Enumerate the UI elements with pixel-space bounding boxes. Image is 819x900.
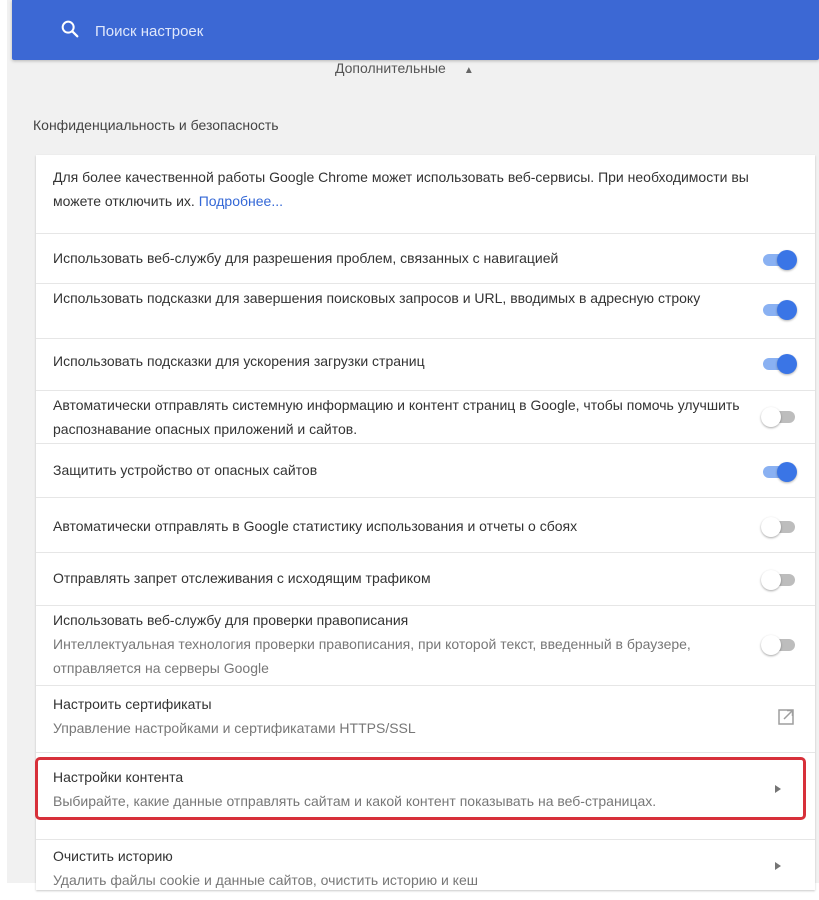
setting-row-do-not-track[interactable]: Отправлять запрет отслеживания с исходящ… [36,552,815,606]
advanced-settings-toggle[interactable]: Дополнительные ▲ [335,60,474,80]
usage-statistics-toggle[interactable] [761,516,797,537]
safe-browsing-toggle[interactable] [761,461,797,482]
manage-certificates-row[interactable]: Настроить сертификаты Управление настрой… [36,685,815,753]
link-description: Управление настройками и сертификатами H… [53,720,416,736]
link-text: Очистить историю Удалить файлы cookie и … [53,844,743,892]
section-title: Конфиденциальность и безопасность [33,117,279,133]
setting-label: Автоматически отправлять в Google статис… [53,518,578,534]
setting-label: Использовать подсказки для ускорения заг… [53,353,425,369]
link-description: Удалить файлы cookie и данные сайтов, оч… [53,872,478,888]
learn-more-link[interactable]: Подробнее... [199,193,283,209]
setting-row-safe-browsing-reports[interactable]: Автоматически отправлять системную инфор… [36,390,815,444]
setting-description: Интеллектуальная технология проверки пра… [53,636,691,676]
setting-label: Автоматически отправлять системную инфор… [53,397,740,437]
do-not-track-toggle[interactable] [761,569,797,590]
setting-row-navigation-errors[interactable]: Использовать веб-службу для разрешения п… [36,233,815,284]
collapse-arrow-icon: ▲ [463,65,474,76]
setting-row-safe-browsing[interactable]: Защитить устройство от опасных сайтов [36,443,815,498]
privacy-settings-card: Для более качественной работы Google Chr… [36,155,815,890]
chevron-right-icon[interactable] [773,860,783,872]
link-label: Настроить сертификаты [53,696,212,712]
spell-check-toggle[interactable] [761,634,797,655]
link-label: Настройки контента [53,769,184,785]
search-input[interactable] [93,16,697,46]
content-settings-row[interactable]: Настройки контента Выбирайте, какие данн… [36,752,815,840]
intro-row: Для более качественной работы Google Chr… [36,155,815,224]
setting-label: Использовать веб-службу для разрешения п… [53,250,559,266]
setting-row-search-suggestions[interactable]: Использовать подсказки для завершения по… [36,283,815,339]
setting-label: Использовать веб-службу для проверки пра… [53,612,409,628]
clear-history-row[interactable]: Очистить историю Удалить файлы cookie и … [36,839,815,900]
setting-label: Использовать подсказки для завершения по… [53,290,701,306]
advanced-label: Дополнительные [335,60,446,76]
chevron-right-icon[interactable] [773,783,783,795]
navigation-errors-toggle[interactable] [761,249,797,270]
setting-label: Защитить устройство от опасных сайтов [53,462,318,478]
search-suggestions-toggle[interactable] [761,299,797,320]
intro-description: Для более качественной работы Google Chr… [53,169,749,209]
link-text: Настройки контента Выбирайте, какие данн… [53,765,798,813]
search-icon[interactable] [59,18,81,40]
setting-row-usage-statistics[interactable]: Автоматически отправлять в Google статис… [36,497,815,553]
search-bar [12,0,819,60]
setting-row-preload-pages[interactable]: Использовать подсказки для ускорения заг… [36,338,815,391]
link-label: Очистить историю [53,848,173,864]
setting-label: Отправлять запрет отслеживания с исходящ… [53,570,431,586]
external-link-icon[interactable] [777,708,795,726]
link-text: Настроить сертификаты Управление настрой… [53,692,743,740]
link-description: Выбирайте, какие данные отправлять сайта… [53,793,657,809]
intro-text: Для более качественной работы Google Chr… [53,165,798,213]
safe-browsing-reports-toggle[interactable] [761,406,797,427]
setting-row-spell-check[interactable]: Использовать веб-службу для проверки пра… [36,605,815,686]
setting-text: Использовать веб-службу для проверки пра… [53,608,743,680]
preload-pages-toggle[interactable] [761,353,797,374]
